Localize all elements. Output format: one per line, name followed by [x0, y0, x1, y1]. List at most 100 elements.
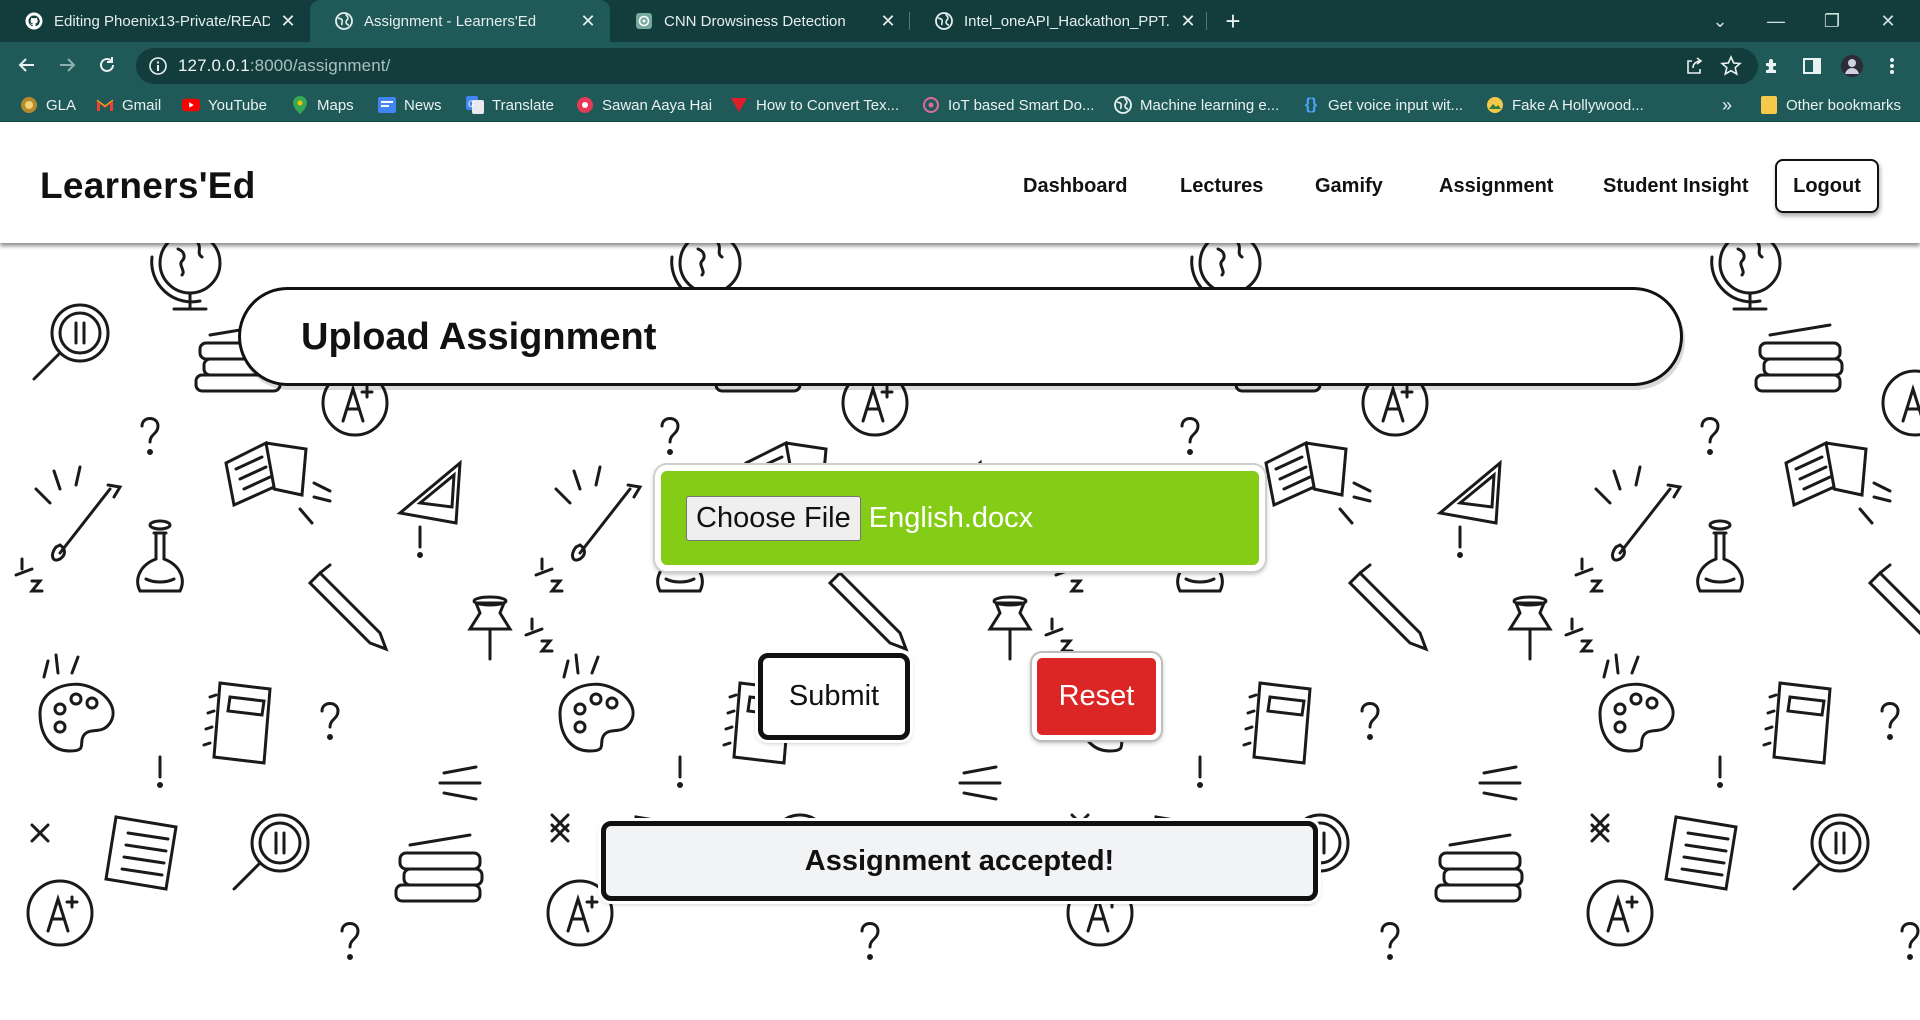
bookmark-sawan[interactable]: Sawan Aaya Hai	[576, 88, 712, 122]
tab-github[interactable]: Editing Phoenix13-Private/README.md ✕	[0, 0, 310, 42]
restore-button[interactable]: ❐	[1804, 0, 1860, 42]
lines-doodle-icon	[958, 765, 1002, 801]
question-doodle-icon	[140, 417, 160, 455]
tab-search-icon[interactable]: ⌄	[1692, 0, 1748, 42]
brush-doodle-icon	[34, 465, 123, 562]
nav-lectures[interactable]: Lectures	[1180, 175, 1263, 198]
excl-doodle-icon	[157, 755, 163, 788]
palette-doodle-icon	[558, 653, 635, 753]
excl-doodle-icon	[677, 755, 683, 788]
bookmarks-bar: GLA Gmail YouTube Maps News G Translate …	[0, 88, 1920, 122]
kebab-menu-icon[interactable]	[1880, 54, 1904, 78]
bookmark-hollywood[interactable]: Fake A Hollywood...	[1486, 88, 1644, 122]
bookmarks-overflow-button[interactable]: »	[1722, 88, 1732, 122]
question-doodle-icon	[1900, 922, 1920, 960]
side-panel-icon[interactable]	[1800, 54, 1824, 78]
nav-assignment[interactable]: Assignment	[1439, 175, 1553, 198]
nav-gamify[interactable]: Gamify	[1315, 175, 1383, 198]
question-doodle-icon	[320, 702, 340, 740]
nav-student-insight[interactable]: Student Insight	[1603, 175, 1749, 198]
question-doodle-icon	[1360, 702, 1380, 740]
tab-assignment[interactable]: Assignment - Learners'Ed ✕	[310, 0, 610, 42]
plus-doodle-icon	[30, 823, 50, 843]
question-doodle-icon	[1700, 417, 1720, 455]
logout-button[interactable]: Logout	[1775, 159, 1879, 213]
brush-doodle-icon	[1594, 465, 1683, 562]
status-message: Assignment accepted!	[601, 821, 1318, 901]
bookmark-translate[interactable]: G Translate	[466, 88, 554, 122]
bookmark-youtube[interactable]: YouTube	[182, 88, 267, 122]
forward-button[interactable]	[52, 50, 82, 80]
close-window-button[interactable]: ✕	[1860, 0, 1916, 42]
globe-icon	[934, 11, 954, 31]
bookmark-star-icon[interactable]	[1720, 55, 1742, 82]
flask-doodle-icon	[136, 519, 184, 593]
close-icon[interactable]: ✕	[578, 11, 598, 31]
aplus-doodle-icon	[26, 879, 94, 947]
site-info-icon[interactable]	[148, 56, 168, 81]
maps-icon	[291, 96, 309, 114]
books-doodle-icon	[394, 833, 484, 903]
bookmark-voice-input[interactable]: {} Get voice input wit...	[1302, 88, 1463, 122]
news-icon	[378, 96, 396, 114]
tab-separator	[1206, 12, 1207, 30]
half-doodle-icon	[534, 557, 564, 593]
share-icon[interactable]	[1684, 56, 1704, 81]
back-button[interactable]	[12, 50, 42, 80]
bookmark-maps[interactable]: Maps	[291, 88, 354, 122]
file-upload-box[interactable]: Choose File English.docx	[655, 465, 1265, 571]
bookmark-ml[interactable]: Machine learning e...	[1114, 88, 1279, 122]
plus-doodle-icon	[1590, 823, 1610, 843]
upload-title-banner: Upload Assignment	[238, 287, 1683, 386]
bookmark-news[interactable]: News	[378, 88, 442, 122]
browser-tab-bar: Editing Phoenix13-Private/README.md ✕ As…	[0, 0, 1920, 42]
magnifier-doodle-icon	[232, 813, 310, 891]
excl-doodle-icon	[1457, 525, 1463, 558]
bookmark-iot[interactable]: IoT based Smart Do...	[922, 88, 1094, 122]
tab-title: Assignment - Learners'Ed	[364, 12, 537, 30]
bookmark-label: Sawan Aaya Hai	[602, 96, 713, 114]
pin-doodle-icon	[1507, 595, 1553, 661]
plus-doodle-icon	[550, 823, 570, 843]
brand-logo[interactable]: Learners'Ed	[40, 165, 256, 207]
svg-text:G: G	[468, 99, 475, 109]
overflow-chevron: »	[1722, 94, 1733, 115]
new-tab-button[interactable]: +	[1218, 6, 1248, 36]
question-doodle-icon	[340, 922, 360, 960]
half-doodle-icon	[524, 617, 554, 653]
extensions-icon[interactable]	[1760, 54, 1784, 78]
choose-file-button[interactable]: Choose File	[686, 495, 861, 541]
bookmark-convert-text[interactable]: How to Convert Tex...	[730, 88, 899, 122]
tab-cnn-drowsiness[interactable]: CNN Drowsiness Detection ✕	[610, 0, 910, 42]
close-icon[interactable]: ✕	[1178, 11, 1198, 31]
close-icon[interactable]: ✕	[878, 11, 898, 31]
minimize-button[interactable]: —	[1748, 0, 1804, 42]
books-doodle-icon	[1754, 323, 1844, 393]
bookmark-label: Gmail	[122, 96, 162, 114]
nav-dashboard[interactable]: Dashboard	[1023, 175, 1127, 198]
address-bar[interactable]: 127.0.0.1:8000/assignment/	[136, 48, 1758, 84]
close-icon[interactable]: ✕	[278, 11, 298, 31]
flask-doodle-icon	[1696, 519, 1744, 593]
bookmark-gmail[interactable]: Gmail	[96, 88, 161, 122]
youtube-icon	[182, 96, 200, 114]
palette-doodle-icon	[1598, 653, 1675, 753]
magnifier-doodle-icon	[32, 303, 110, 381]
tab-intel-hackathon[interactable]: Intel_oneAPI_Hackathon_PPT.png ✕	[910, 0, 1210, 42]
pencil-doodle-icon	[1347, 563, 1429, 652]
pencil-doodle-icon	[307, 563, 389, 652]
pencil-doodle-icon	[1867, 563, 1920, 636]
tab-title: Editing Phoenix13-Private/README.md	[54, 12, 270, 30]
other-bookmarks[interactable]: Other bookmarks	[1760, 88, 1901, 122]
page-title: Upload Assignment	[301, 316, 657, 358]
bookmark-label: GLA	[46, 96, 77, 114]
music-icon	[576, 96, 594, 114]
submit-button[interactable]: Submit	[758, 653, 910, 740]
bookmark-gla[interactable]: GLA	[20, 88, 76, 122]
profile-avatar[interactable]	[1840, 54, 1864, 78]
bookmark-label: IoT based Smart Do...	[948, 96, 1095, 114]
reload-button[interactable]	[92, 50, 122, 80]
pencil-doodle-icon	[827, 563, 909, 652]
bookmark-label: Machine learning e...	[1140, 96, 1280, 114]
reset-button[interactable]: Reset	[1032, 653, 1161, 740]
